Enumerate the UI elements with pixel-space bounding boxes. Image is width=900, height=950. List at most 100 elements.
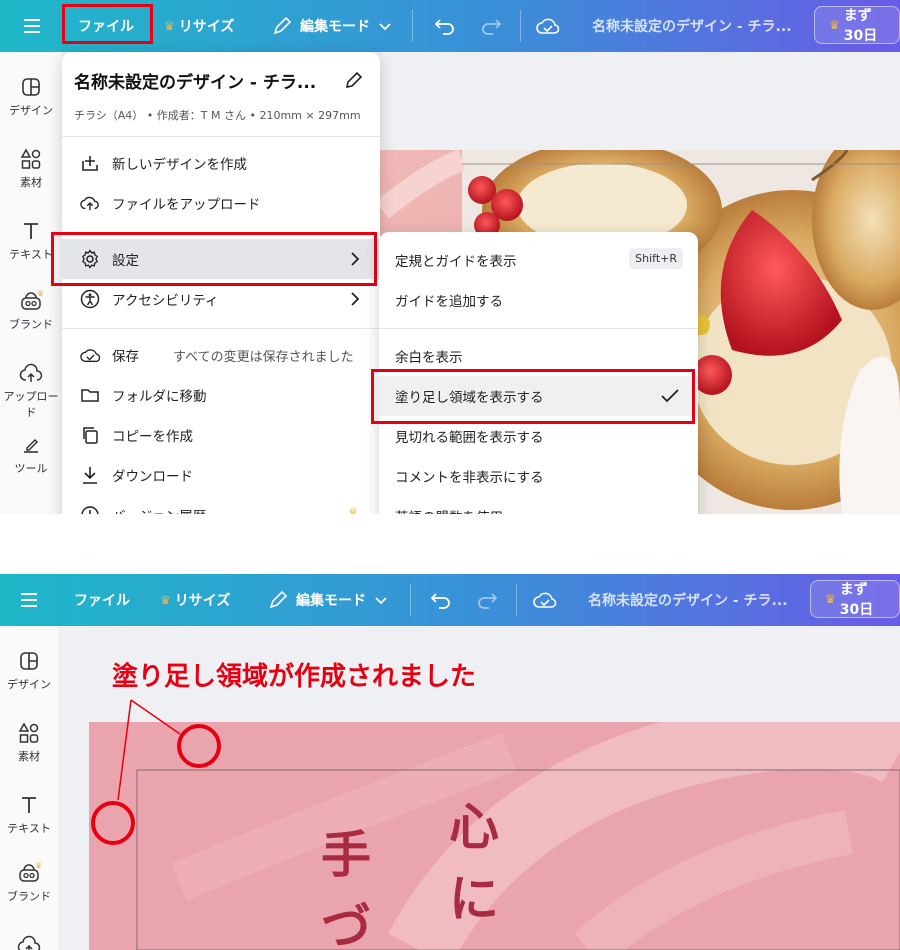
menu-item-label: 保存 xyxy=(112,349,139,365)
menu-design-meta: チラシ（A4） • 作成者：T M さん • 210mm × 297mm xyxy=(74,109,361,122)
menu-item-move-to-folder[interactable]: フォルダに移動 xyxy=(62,375,380,415)
sidebar-item-label: ブランド xyxy=(9,318,53,331)
edit-mode-button[interactable]: 編集モード xyxy=(272,0,392,52)
checkmark-icon xyxy=(661,389,679,403)
chevron-right-icon xyxy=(351,252,360,266)
menu-item-label: コメントを非表示にする xyxy=(395,470,544,486)
menu-item-label: ファイルをアップロード xyxy=(112,197,261,213)
menu-item-label: 新しいデザインを作成 xyxy=(112,157,247,173)
chevron-down-icon xyxy=(379,23,391,31)
chevron-right-icon xyxy=(351,292,360,306)
save-status-button[interactable] xyxy=(536,0,560,52)
accessibility-icon xyxy=(80,289,100,309)
menu-item-label: バージョン履歴 xyxy=(112,505,206,514)
shapes-icon xyxy=(20,148,41,169)
menu-item-label: 定規とガイドを表示 xyxy=(395,254,517,270)
menu-item-label: アクセシビリティ xyxy=(112,293,219,309)
plus-page-icon xyxy=(82,156,98,171)
crown-icon: ♛ xyxy=(164,19,175,33)
layout-icon xyxy=(22,78,40,96)
left-sidebar: デザイン 素材 テキスト ♛ ブランド アップロード ツール xyxy=(0,52,62,514)
toolbar-divider xyxy=(520,10,521,42)
shortcut-badge: Shift+R xyxy=(629,248,683,269)
resize-button[interactable]: ♛ リサイズ xyxy=(164,0,234,52)
menu-item-settings[interactable]: 設定 xyxy=(62,239,380,279)
trial-button[interactable]: ♛ まず30日 xyxy=(814,6,900,44)
brand-icon: ♛ xyxy=(21,290,44,310)
annotation-callout-lines xyxy=(91,699,221,845)
callout-circle xyxy=(91,801,135,845)
hamburger-menu-button[interactable] xyxy=(22,0,42,52)
menu-item-add-guides[interactable]: ガイドを追加する xyxy=(379,280,698,320)
pencil-icon xyxy=(273,16,292,35)
undo-button[interactable] xyxy=(434,0,456,52)
sidebar-item-tools[interactable]: ツール xyxy=(0,434,62,476)
sidebar-item-text[interactable]: テキスト xyxy=(0,220,62,262)
menu-item-make-copy[interactable]: コピーを作成 xyxy=(62,415,380,455)
menu-item-upload-file[interactable]: ファイルをアップロード xyxy=(62,183,380,223)
sidebar-item-brand[interactable]: ♛ ブランド xyxy=(0,290,62,332)
menu-item-version-history[interactable]: バージョン履歴 ♛ xyxy=(62,495,380,514)
menu-item-label: ダウンロード xyxy=(112,469,193,485)
menu-item-label: 余白を表示 xyxy=(395,350,463,366)
download-icon xyxy=(83,467,97,484)
menu-item-label: 見切れる範囲を表示する xyxy=(395,430,544,446)
callout-circle xyxy=(177,724,221,768)
sidebar-item-uploads[interactable]: アップロード xyxy=(0,362,62,420)
settings-submenu: 定規とガイドを表示 Shift+R ガイドを追加する 余白を表示 塗り足し領域を… xyxy=(379,232,698,514)
menu-item-new-design[interactable]: 新しいデザインを作成 xyxy=(62,143,380,183)
sidebar-item-elements[interactable]: 素材 xyxy=(0,148,62,190)
menu-item-label: 英語の盟数を使用 xyxy=(395,506,503,514)
menu-item-label: ガイドを追加する xyxy=(395,294,503,310)
upload-cloud-icon xyxy=(80,196,99,211)
menu-item-download[interactable]: ダウンロード xyxy=(62,455,380,495)
file-menu-button[interactable]: ファイル xyxy=(78,0,134,52)
menu-item-show-bleed[interactable]: 塗り足し領域を表示する xyxy=(379,376,698,416)
pencil-icon[interactable] xyxy=(344,70,364,90)
upload-cloud-icon xyxy=(19,363,43,382)
save-status-note: すべての変更は保存されました xyxy=(173,349,354,365)
crown-icon: ♛ xyxy=(348,506,358,514)
menu-item-show-margins[interactable]: 余白を表示 xyxy=(379,336,698,376)
screenshot-bleed-result: ファイル ♛ リサイズ 編集モード 名称未設定のデザイン - チラ... ♛ ま… xyxy=(0,574,900,950)
cloud-check-icon xyxy=(536,18,560,34)
file-dropdown-menu: 名称未設定のデザイン - チラ... チラシ（A4） • 作成者：T M さん … xyxy=(62,52,380,514)
copy-icon xyxy=(83,427,98,444)
menu-item-label: 塗り足し領域を表示する xyxy=(395,390,544,406)
menu-item-hide-comments[interactable]: コメントを非表示にする xyxy=(379,456,698,496)
crown-icon: ♛ xyxy=(829,18,840,32)
screenshot-settings-menu: ファイル ♛ リサイズ 編集モード 名称未設定のデザイン - チラ... ♛ ま… xyxy=(0,0,900,514)
sidebar-item-label: ツール xyxy=(14,462,48,475)
menu-item-show-rulers[interactable]: 定規とガイドを表示 Shift+R xyxy=(379,240,698,280)
gear-icon xyxy=(81,249,99,269)
sidebar-item-label: デザイン xyxy=(9,104,53,117)
text-icon xyxy=(24,223,38,239)
menu-item-label: 設定 xyxy=(112,253,139,269)
redo-button[interactable] xyxy=(480,0,502,52)
undo-icon xyxy=(434,19,454,35)
menu-divider xyxy=(62,328,380,329)
folder-icon xyxy=(81,389,99,402)
menu-item-accessibility[interactable]: アクセシビリティ xyxy=(62,279,380,319)
resize-label: リサイズ xyxy=(178,19,235,35)
menu-divider xyxy=(62,136,380,137)
menu-item-english-numerals[interactable]: 英語の盟数を使用 xyxy=(379,496,698,514)
edit-mode-label: 編集モード xyxy=(300,19,370,35)
sidebar-item-label: アップロード xyxy=(3,390,59,419)
sidebar-item-design[interactable]: デザイン xyxy=(0,76,62,118)
menu-item-label: フォルダに移動 xyxy=(112,389,207,405)
menu-divider xyxy=(379,328,698,329)
cloud-check-icon xyxy=(80,349,100,363)
sidebar-item-label: テキスト xyxy=(9,248,53,261)
menu-design-title[interactable]: 名称未設定のデザイン - チラ... xyxy=(74,68,316,93)
hamburger-icon xyxy=(24,19,40,33)
tools-icon xyxy=(24,438,39,453)
menu-item-label: コピーを作成 xyxy=(112,429,193,445)
trial-label: まず30日 xyxy=(843,8,878,44)
menu-item-save[interactable]: 保存 すべての変更は保存されました xyxy=(62,335,380,375)
document-title[interactable]: 名称未設定のデザイン - チラ... xyxy=(592,0,792,52)
sidebar-item-label: 素材 xyxy=(20,176,42,189)
redo-icon xyxy=(482,19,502,35)
menu-item-show-print-area[interactable]: 見切れる範囲を表示する xyxy=(379,416,698,456)
toolbar-divider xyxy=(412,10,413,42)
